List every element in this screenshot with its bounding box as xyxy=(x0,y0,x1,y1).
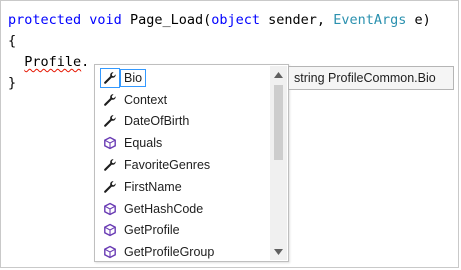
completion-item[interactable]: GetHashCode xyxy=(96,198,270,220)
completion-item-label: Context xyxy=(124,92,168,107)
wrench-icon xyxy=(100,67,120,88)
completion-item-label: GetProfileGroup xyxy=(124,245,215,260)
completion-item-label: GetProfile xyxy=(124,223,180,238)
completion-item[interactable]: GetProfileGroup xyxy=(96,241,270,263)
wrench-icon xyxy=(102,92,118,108)
completion-item[interactable]: Context xyxy=(96,89,270,111)
completion-item[interactable]: FavoriteGenres xyxy=(96,154,270,176)
completion-item-label: GetHashCode xyxy=(124,201,204,216)
completion-item[interactable]: DateOfBirth xyxy=(96,111,270,133)
completion-item-label: FirstName xyxy=(124,179,182,194)
cube-icon xyxy=(102,244,118,260)
keyword-protected: protected xyxy=(8,12,82,28)
tooltip-text: string ProfileCommon.Bio xyxy=(294,71,436,85)
cube-icon xyxy=(102,222,118,238)
wrench-icon xyxy=(102,113,118,129)
keyword-void: void xyxy=(89,12,122,28)
completion-item-label: DateOfBirth xyxy=(124,114,190,129)
intellisense-popup[interactable]: Bio Context DateOfBirth Equals FavoriteGenre… xyxy=(94,64,289,262)
cube-icon xyxy=(102,201,118,217)
method-name: Page_Load( xyxy=(129,12,212,28)
profile-identifier: Profile xyxy=(24,54,82,70)
scroll-thumb[interactable] xyxy=(274,85,283,160)
wrench-icon xyxy=(102,179,118,195)
completion-item[interactable]: Bio xyxy=(96,67,270,89)
scroll-up-arrow-icon[interactable] xyxy=(270,66,287,83)
param-e: e) xyxy=(414,12,431,28)
code-line-2: { xyxy=(8,33,17,49)
member-access-dot: . xyxy=(81,54,90,70)
scroll-down-arrow-icon[interactable] xyxy=(270,243,287,260)
quickinfo-tooltip: string ProfileCommon.Bio xyxy=(288,66,454,90)
completion-list[interactable]: Bio Context DateOfBirth Equals FavoriteGenre… xyxy=(96,67,270,263)
keyword-object: object xyxy=(211,12,261,28)
completion-item-label: Bio xyxy=(120,68,147,87)
completion-item[interactable]: Equals xyxy=(96,132,270,154)
completion-item[interactable]: FirstName xyxy=(96,176,270,198)
completion-item[interactable]: GetProfile xyxy=(96,220,270,242)
param-sender: sender, xyxy=(268,12,326,28)
completion-scrollbar[interactable] xyxy=(270,66,287,260)
completion-item-label: FavoriteGenres xyxy=(124,158,211,173)
wrench-icon xyxy=(102,157,118,173)
cube-icon xyxy=(102,135,118,151)
type-eventargs: EventArgs xyxy=(333,12,407,28)
completion-item-label: Equals xyxy=(124,136,163,151)
code-line-1: protected void Page_Load(object sender, … xyxy=(8,10,431,31)
